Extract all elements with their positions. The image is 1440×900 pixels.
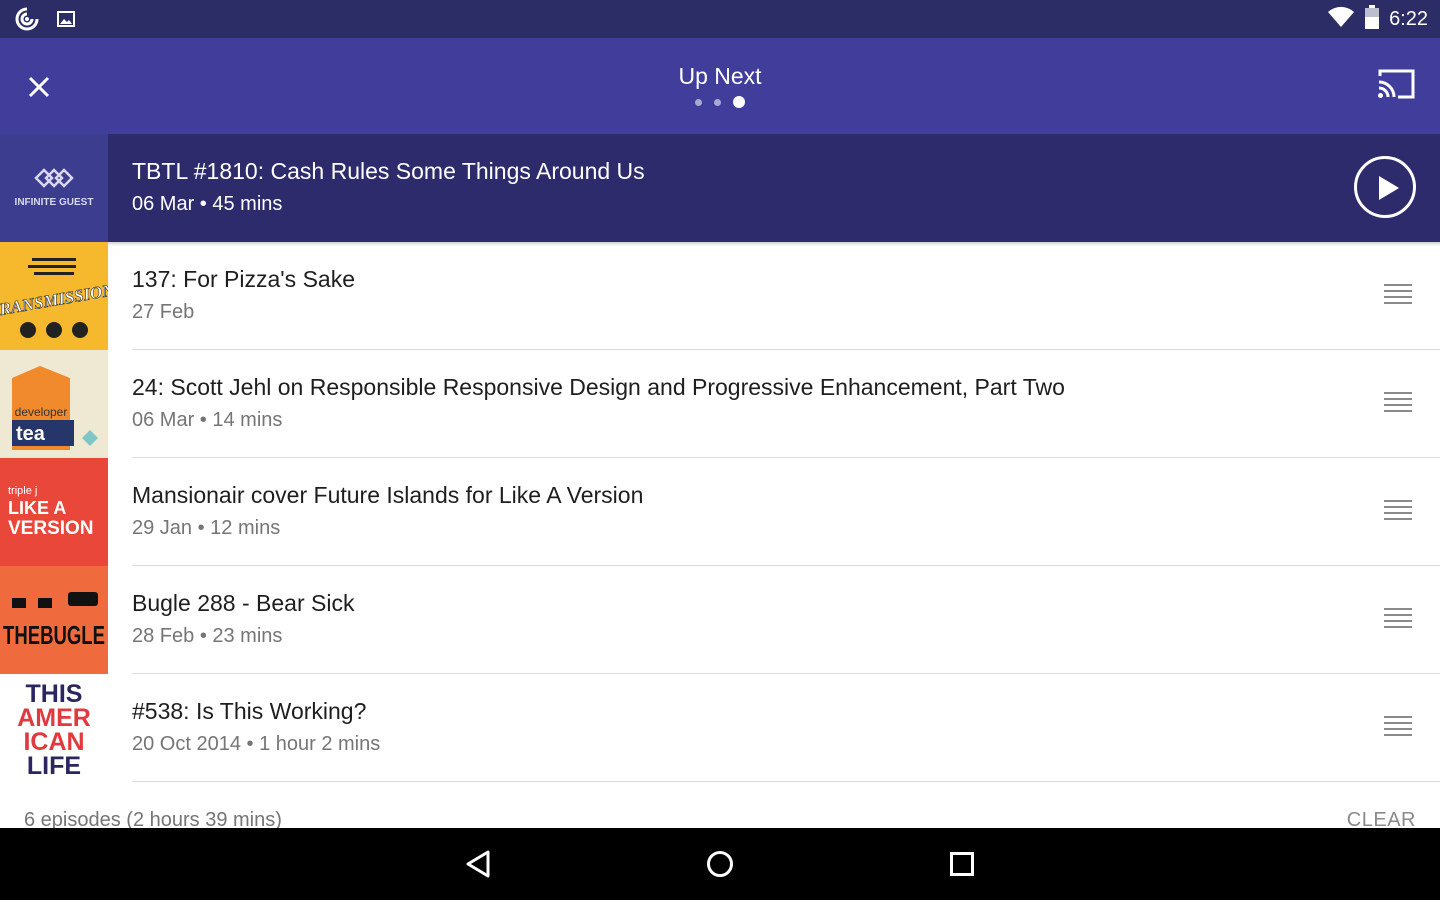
toolbar: Up Next (0, 38, 1440, 134)
episode-title: 137: For Pizza's Sake (132, 266, 355, 292)
podcast-artwork-transmission: TRANSMISSION (0, 242, 108, 350)
play-button[interactable] (1354, 156, 1416, 218)
episode-meta: 28 Feb • 23 mins (132, 625, 283, 647)
podcast-artwork-like-a-version: triple j LIKE A VERSION (0, 458, 108, 566)
page-indicator (0, 96, 1440, 108)
up-next-list: INFINITE GUEST TBTL #1810: Cash Rules So… (0, 134, 1440, 782)
page-dot (714, 98, 721, 106)
episode-meta: 20 Oct 2014 • 1 hour 2 mins (132, 733, 381, 755)
episode-meta: 29 Jan • 12 mins (132, 517, 281, 539)
status-time: 6:22 (1389, 8, 1428, 30)
episode-meta: 06 Mar • 45 mins (132, 193, 283, 215)
cast-button[interactable] (1376, 68, 1420, 106)
podcast-app-notification-icon (14, 6, 40, 37)
status-bar: 6:22 (0, 0, 1440, 38)
back-button[interactable] (458, 844, 498, 884)
queue-item[interactable]: triple j LIKE A VERSION Mansionair cover… (0, 458, 1440, 566)
recents-button[interactable] (942, 844, 982, 884)
artwork-label: developer (15, 405, 68, 419)
podcast-artwork-this-american-life: THIS AMER ICAN LIFE (0, 674, 108, 782)
podcast-artwork-developer-tea: developer tea (0, 350, 108, 458)
reorder-handle-icon[interactable] (1384, 284, 1412, 306)
artwork-label: LIFE (27, 752, 81, 780)
episode-title: TBTL #1810: Cash Rules Some Things Aroun… (132, 158, 645, 184)
artwork-label: INFINITE GUEST (15, 197, 94, 208)
artwork-label: VERSION (8, 518, 94, 539)
queue-summary: 6 episodes (2 hours 39 mins) (24, 809, 282, 828)
episode-title: #538: Is This Working? (132, 698, 367, 724)
back-icon (466, 850, 490, 878)
play-icon (1379, 176, 1399, 200)
home-button[interactable] (700, 844, 740, 884)
artwork-label: triple j (8, 485, 37, 497)
divider (132, 781, 1440, 782)
page-dot (695, 98, 702, 106)
artwork-label: TRANSMISSION (0, 280, 108, 321)
now-playing-row[interactable]: INFINITE GUEST TBTL #1810: Cash Rules So… (0, 134, 1440, 246)
reorder-handle-icon[interactable] (1384, 608, 1412, 630)
reorder-handle-icon[interactable] (1384, 500, 1412, 522)
battery-icon (1365, 4, 1380, 34)
reorder-handle-icon[interactable] (1384, 392, 1412, 414)
wifi-icon (1327, 6, 1355, 33)
image-notification-icon (56, 9, 76, 34)
episode-meta: 27 Feb (132, 301, 195, 323)
queue-item[interactable]: developer tea 24: Scott Jehl on Responsi… (0, 350, 1440, 458)
episode-title: Bugle 288 - Bear Sick (132, 590, 355, 616)
artwork-label: LIKE A (8, 498, 66, 518)
system-navigation-bar (0, 828, 1440, 900)
podcast-artwork-infinite-guest: INFINITE GUEST (0, 134, 108, 242)
artwork-label: tea (16, 423, 46, 445)
recents-icon (950, 852, 974, 876)
queue-item[interactable]: THIS AMER ICAN LIFE #538: Is This Workin… (0, 674, 1440, 782)
podcast-artwork-the-bugle: THEBUGLE (0, 566, 108, 674)
queue-item[interactable]: TRANSMISSION 137: For Pizza's Sake 27 Fe… (0, 242, 1440, 350)
clear-button[interactable]: CLEAR (1347, 808, 1416, 828)
home-icon (707, 851, 733, 877)
cast-icon (1378, 69, 1415, 99)
queue-footer: 6 episodes (2 hours 39 mins) CLEAR (0, 800, 1440, 828)
reorder-handle-icon[interactable] (1384, 716, 1412, 738)
episode-meta: 06 Mar • 14 mins (132, 409, 283, 431)
status-notifications (14, 6, 76, 37)
episode-title: Mansionair cover Future Islands for Like… (132, 482, 644, 508)
page-dot-active (733, 96, 745, 108)
page-title: Up Next (678, 63, 762, 89)
artwork-label: THEBUGLE (3, 620, 105, 650)
episode-title: 24: Scott Jehl on Responsible Responsive… (132, 374, 1065, 400)
queue-item[interactable]: THEBUGLE Bugle 288 - Bear Sick 28 Feb • … (0, 566, 1440, 674)
